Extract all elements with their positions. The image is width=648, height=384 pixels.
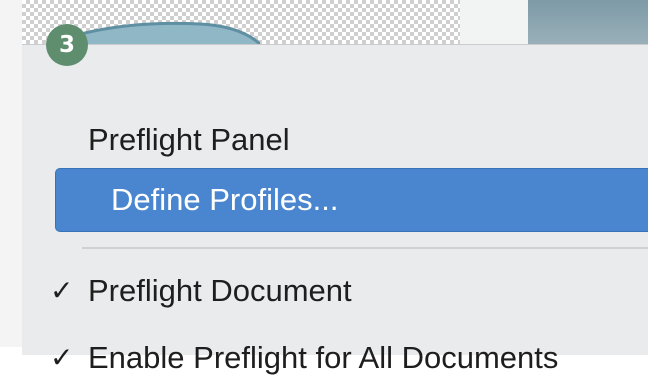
menu-item-label: Preflight Document <box>88 273 352 308</box>
step-badge: 3 <box>46 24 88 66</box>
menu-item-label: Preflight Panel <box>88 122 290 157</box>
checkmark-icon: ✓ <box>50 274 74 307</box>
checkmark-icon: ✓ <box>50 341 74 374</box>
menu-item-enable-preflight-all[interactable]: ✓ Enable Preflight for All Documents <box>22 332 648 384</box>
menu-item-label: Enable Preflight for All Documents <box>88 340 559 375</box>
menu-item-label: Define Profiles... <box>111 182 339 217</box>
context-menu: Preflight Panel Define Profiles... ✓ Pre… <box>22 44 648 375</box>
menu-item-define-profiles[interactable]: Define Profiles... <box>55 168 648 232</box>
menu-separator <box>82 247 648 249</box>
menu-item-preflight-document[interactable]: ✓ Preflight Document <box>22 265 648 317</box>
menu-item-preflight-panel[interactable]: Preflight Panel <box>22 114 648 166</box>
